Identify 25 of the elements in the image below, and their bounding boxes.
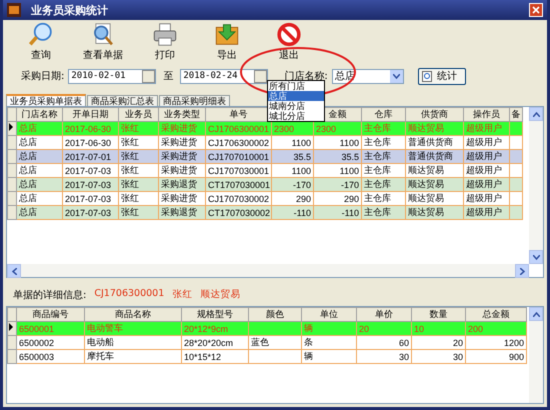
table-cell: 30 xyxy=(356,350,412,364)
store-label: 门店名称: xyxy=(284,70,328,82)
salesperson-name: 张红 xyxy=(172,288,192,302)
table-cell: 30 xyxy=(412,350,466,364)
window-title: 业务员采购统计 xyxy=(31,2,109,18)
supplier-name: 顺达贸易 xyxy=(200,288,240,302)
detail-label: 单据的详细信息: xyxy=(13,288,86,302)
date-label: 采购日期: xyxy=(21,70,64,83)
table-cell: -110 xyxy=(314,206,362,220)
table-cell: 张红 xyxy=(118,206,158,220)
table-cell: 采购退货 xyxy=(158,206,206,220)
to-label: 至 xyxy=(163,70,174,83)
table-cell: 摩托车 xyxy=(84,350,182,364)
order-number: CJ1706300001 xyxy=(94,288,164,301)
table-cell: 顺达贸易 xyxy=(406,206,464,220)
table-cell: CT1707030002 xyxy=(206,206,272,220)
table-cell: 总店 xyxy=(16,206,62,220)
table-cell: 辆 xyxy=(302,350,356,364)
table-cell: 主仓库 xyxy=(362,206,406,220)
table-cell: 10*15*12 xyxy=(182,350,248,364)
table-cell: 6500003 xyxy=(16,350,84,364)
table-cell: 超级用户 xyxy=(464,206,510,220)
table-cell: -110 xyxy=(272,206,314,220)
table-cell: 2017-07-03 xyxy=(62,206,118,220)
table-cell: 900 xyxy=(466,350,526,364)
